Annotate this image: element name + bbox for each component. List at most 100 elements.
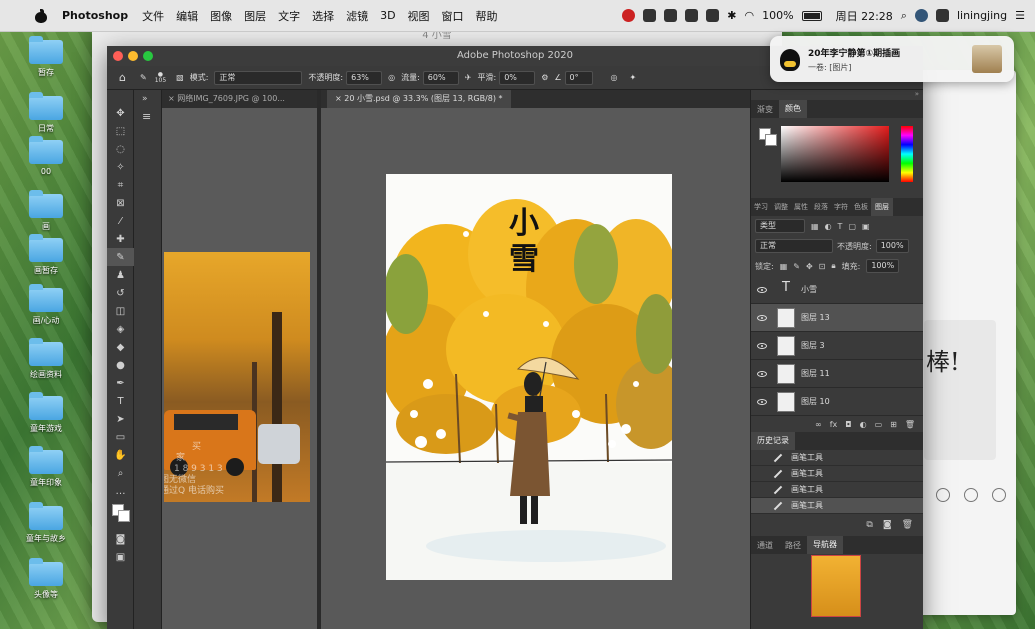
battery-icon[interactable] bbox=[801, 10, 822, 21]
bucket-tool-icon[interactable]: ◈ bbox=[107, 320, 134, 338]
desktop-folder[interactable]: 绘画资料 bbox=[16, 338, 76, 380]
group-icon[interactable]: ▭ bbox=[875, 420, 883, 429]
wifi-icon[interactable]: ◠ bbox=[745, 9, 755, 22]
flow-input[interactable]: 60% bbox=[422, 70, 459, 85]
lock-artboard-icon[interactable]: ⊡ bbox=[819, 262, 826, 271]
history-item[interactable]: 画笔工具 bbox=[751, 498, 923, 514]
trash-icon[interactable]: 🗑︎ bbox=[902, 520, 913, 530]
properties-icon[interactable]: ≡ bbox=[134, 108, 161, 125]
mask-icon[interactable]: ◘ bbox=[845, 420, 851, 429]
doc-tab-photo[interactable]: × 网络IMG_7609.JPG @ 100... bbox=[162, 90, 322, 108]
menu-edit[interactable]: 编辑 bbox=[176, 8, 198, 24]
eyedropper-icon[interactable]: ⁄ bbox=[107, 212, 134, 230]
pen-tool-icon[interactable]: ✒ bbox=[107, 374, 134, 392]
layer-row[interactable]: 图层 11 bbox=[751, 360, 923, 388]
mode-select[interactable]: 正常 bbox=[214, 70, 303, 85]
eye-icon[interactable] bbox=[757, 314, 767, 321]
blend-mode-select[interactable]: 正常 bbox=[755, 239, 833, 253]
tab-channels[interactable]: 通道 bbox=[751, 540, 779, 551]
navigator-preview[interactable] bbox=[811, 555, 861, 617]
angle-input[interactable]: 0° bbox=[564, 70, 593, 85]
trash-icon[interactable]: 🗑︎ bbox=[905, 420, 915, 429]
eraser-tool-icon[interactable]: ◫ bbox=[107, 302, 134, 320]
status-icon[interactable] bbox=[622, 9, 636, 22]
frame-tool-icon[interactable]: ⊠ bbox=[107, 194, 134, 212]
desktop-folder[interactable]: 画/心动 bbox=[16, 284, 76, 326]
brush-preset-icon[interactable]: ✎ bbox=[140, 73, 147, 82]
smooth-input[interactable]: 0% bbox=[499, 70, 536, 85]
menu-layer[interactable]: 图层 bbox=[244, 8, 266, 24]
artwork-canvas[interactable]: 小雪 bbox=[386, 174, 672, 580]
color-picker[interactable] bbox=[751, 118, 923, 198]
brush-panel-icon[interactable]: ▧ bbox=[176, 73, 184, 82]
status-icon[interactable] bbox=[664, 9, 678, 22]
fill-input[interactable]: 100% bbox=[866, 259, 900, 273]
filter-adjust-icon[interactable]: ◐ bbox=[825, 222, 832, 231]
layer-filter-select[interactable]: 类型 bbox=[755, 219, 805, 233]
filter-pixel-icon[interactable]: ▦ bbox=[811, 222, 819, 231]
quick-mask-icon[interactable]: ◙ bbox=[107, 530, 134, 548]
bell-icon[interactable] bbox=[992, 488, 1006, 502]
status-icon[interactable] bbox=[685, 9, 699, 22]
shape-tool-icon[interactable]: ▭ bbox=[107, 428, 134, 446]
background-color-swatch[interactable] bbox=[765, 134, 777, 146]
hue-slider[interactable] bbox=[901, 126, 913, 182]
brush-size[interactable]: ● 105 bbox=[155, 71, 166, 84]
tab-adjustments[interactable]: 调整 bbox=[771, 202, 791, 212]
blur-tool-icon[interactable]: ◆ bbox=[107, 338, 134, 356]
chat-window[interactable]: 棒! bbox=[912, 70, 1016, 615]
lasso-tool-icon[interactable]: ◌ bbox=[107, 140, 134, 158]
tab-paragraph[interactable]: 段落 bbox=[811, 202, 831, 212]
history-item[interactable]: 画笔工具 bbox=[751, 466, 923, 482]
menu-3d[interactable]: 3D bbox=[380, 9, 395, 22]
search-icon[interactable]: ⌕ bbox=[901, 9, 907, 23]
eye-icon[interactable] bbox=[757, 342, 767, 349]
stamp-tool-icon[interactable]: ♟ bbox=[107, 266, 134, 284]
apple-icon[interactable] bbox=[34, 8, 48, 23]
eye-icon[interactable] bbox=[757, 370, 767, 377]
zoom-button[interactable] bbox=[143, 51, 153, 61]
phone-icon[interactable] bbox=[936, 488, 950, 502]
desktop-folder[interactable]: 头像等 bbox=[16, 558, 76, 600]
menu-filter[interactable]: 滤镜 bbox=[346, 8, 368, 24]
close-tab-icon[interactable]: × bbox=[168, 94, 177, 103]
layer-row[interactable]: 图层 3 bbox=[751, 332, 923, 360]
layer-row[interactable]: T 小雪 bbox=[751, 276, 923, 304]
tab-history[interactable]: 历史记录 bbox=[751, 432, 795, 450]
desktop-folder[interactable]: 日常 bbox=[16, 92, 76, 134]
snapshot-icon[interactable]: ◙ bbox=[883, 520, 892, 530]
eye-icon[interactable] bbox=[757, 398, 767, 405]
layer-row[interactable]: 图层 10 bbox=[751, 388, 923, 416]
lock-pixels-icon[interactable]: ▦ bbox=[780, 262, 788, 271]
filter-smart-icon[interactable]: ▣ bbox=[862, 222, 870, 231]
desktop-folder[interactable]: 00 bbox=[16, 136, 76, 176]
menu-help[interactable]: 帮助 bbox=[476, 8, 498, 24]
menu-window[interactable]: 窗口 bbox=[442, 8, 464, 24]
app-menu-name[interactable]: Photoshop bbox=[62, 9, 128, 22]
new-layer-icon[interactable]: ⊞ bbox=[890, 420, 897, 429]
settings-gear-icon[interactable]: ⚙ bbox=[541, 73, 548, 82]
history-brush-icon[interactable]: ↺ bbox=[107, 284, 134, 302]
menu-clock[interactable]: 周日 22:28 bbox=[836, 8, 893, 24]
minimize-button[interactable] bbox=[128, 51, 138, 61]
history-item[interactable]: 画笔工具 bbox=[751, 450, 923, 466]
bluetooth-icon[interactable]: ✱ bbox=[727, 9, 736, 22]
close-button[interactable] bbox=[113, 51, 123, 61]
photoshop-window[interactable]: Adobe Photoshop 2020 ⌂ ✎ ● 105 ▧ 模式: 正常 不… bbox=[107, 46, 923, 629]
desktop-folder[interactable]: 画 bbox=[16, 190, 76, 232]
pressure-size-icon[interactable]: ◎ bbox=[611, 73, 618, 82]
home-icon[interactable]: ⌂ bbox=[119, 71, 126, 84]
tab-properties[interactable]: 属性 bbox=[791, 202, 811, 212]
desktop-folder[interactable]: 童年与故乡 bbox=[16, 502, 76, 544]
lock-brush-icon[interactable]: ✎ bbox=[793, 262, 800, 271]
adjustment-icon[interactable]: ◐ bbox=[860, 420, 867, 429]
lock-position-icon[interactable]: ✥ bbox=[806, 262, 813, 271]
pressure-opacity-icon[interactable]: ◎ bbox=[388, 73, 395, 82]
tab-gradient[interactable]: 渐变 bbox=[751, 104, 779, 115]
desktop-folder[interactable]: 童年游戏 bbox=[16, 392, 76, 434]
opacity-input[interactable]: 63% bbox=[346, 70, 383, 85]
panel-collapse-icon[interactable]: » bbox=[134, 90, 161, 108]
zoom-tool-icon[interactable]: ⌕ bbox=[107, 464, 134, 482]
menu-select[interactable]: 选择 bbox=[312, 8, 334, 24]
panel-collapse-icon[interactable]: » bbox=[751, 90, 923, 100]
